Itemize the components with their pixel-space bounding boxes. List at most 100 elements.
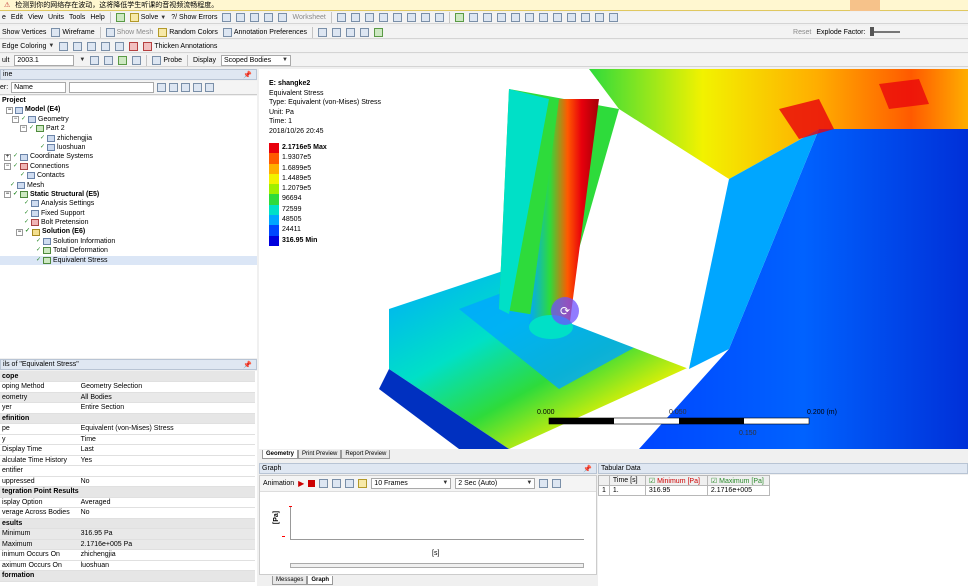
tab-messages[interactable]: Messages bbox=[272, 576, 308, 585]
notice-close-area[interactable] bbox=[850, 0, 880, 11]
expand-all-icon[interactable] bbox=[193, 83, 203, 92]
tree-item[interactable]: Project bbox=[0, 96, 257, 105]
details-row[interactable]: uppressed No bbox=[0, 476, 255, 487]
tree-item[interactable]: ✓ Contacts bbox=[0, 171, 257, 180]
filter-combo[interactable]: Name bbox=[11, 82, 67, 93]
details-row[interactable]: inimum Occurs On zhichengjia bbox=[0, 549, 255, 561]
previous-view-icon[interactable] bbox=[538, 13, 548, 22]
zoom-fit-icon[interactable] bbox=[510, 13, 520, 22]
cube-icon[interactable] bbox=[374, 27, 384, 37]
details-row[interactable]: oping Method Geometry Selection bbox=[0, 381, 255, 393]
zoom-box-icon[interactable] bbox=[496, 13, 506, 22]
toolbar-icon[interactable] bbox=[222, 13, 232, 22]
details-section-header[interactable]: formation bbox=[0, 570, 255, 582]
menu-edit[interactable]: Edit bbox=[11, 14, 23, 21]
details-row[interactable]: pe Equivalent (von-Mises) Stress bbox=[0, 423, 255, 435]
menu-help[interactable]: Help bbox=[90, 14, 104, 21]
edge-style-icon[interactable] bbox=[87, 41, 97, 51]
duration-combo[interactable]: 2 Sec (Auto) ▼ bbox=[455, 478, 536, 489]
toolbar-icon[interactable] bbox=[434, 13, 444, 22]
rotate-icon[interactable] bbox=[454, 13, 464, 22]
tree-item[interactable]: − ✓ Static Structural (E5) bbox=[0, 190, 257, 199]
tab-report-preview[interactable]: Report Preview bbox=[341, 450, 391, 459]
tab-print-preview[interactable]: Print Preview bbox=[298, 450, 342, 459]
toolbar-icon[interactable] bbox=[250, 13, 260, 22]
worksheet-button[interactable]: Worksheet bbox=[292, 14, 325, 21]
select-cursor-icon[interactable] bbox=[336, 13, 346, 22]
pin-icon[interactable]: 📌 bbox=[243, 361, 252, 369]
tree-item[interactable]: ✓ Analysis Settings bbox=[0, 199, 257, 208]
slider-handle[interactable] bbox=[870, 27, 875, 36]
pin-icon[interactable]: 📌 bbox=[243, 71, 252, 79]
details-row[interactable]: y Time bbox=[0, 434, 255, 445]
contour-icon[interactable] bbox=[104, 55, 114, 65]
tree-item[interactable]: − ✓ Part 2 bbox=[0, 124, 257, 133]
reset-button[interactable]: Reset bbox=[793, 29, 811, 36]
tree-item[interactable]: − Model (E4) bbox=[0, 105, 257, 114]
edges-icon[interactable] bbox=[118, 55, 128, 65]
details-row[interactable]: Minimum 316.95 Pa bbox=[0, 528, 255, 540]
toolbar-icon[interactable] bbox=[332, 479, 342, 488]
graphics-viewport[interactable]: ⟳ E: shangke2 Equivalent Stress Type: Eq… bbox=[259, 69, 968, 449]
menu-units[interactable]: Units bbox=[48, 14, 64, 21]
edge-style-icon[interactable] bbox=[73, 41, 83, 51]
tree-item[interactable]: ✓ luoshuan bbox=[0, 143, 257, 152]
pan-icon[interactable] bbox=[468, 13, 478, 22]
lightbulb-icon[interactable] bbox=[358, 479, 368, 488]
collapse-all-icon[interactable] bbox=[205, 83, 215, 92]
wireframe-button[interactable]: Wireframe bbox=[51, 27, 95, 37]
tree-item[interactable]: − ✓ Solution (E6) bbox=[0, 227, 257, 236]
toolbar-icon[interactable] bbox=[318, 27, 328, 37]
toolbar-icon[interactable] bbox=[236, 13, 246, 22]
display-combo[interactable]: Scoped Bodies ▼ bbox=[221, 54, 291, 66]
toolbar-icon[interactable] bbox=[319, 479, 329, 488]
play-icon[interactable]: ▶ bbox=[298, 479, 304, 488]
tab-geometry[interactable]: Geometry bbox=[262, 450, 299, 459]
toolbar-icon[interactable] bbox=[332, 27, 342, 37]
next-view-icon[interactable] bbox=[552, 13, 562, 22]
annotation-preferences-button[interactable]: Annotation Preferences bbox=[222, 27, 307, 37]
toolbar-icon[interactable] bbox=[132, 55, 142, 65]
details-row[interactable]: eometry All Bodies bbox=[0, 392, 255, 403]
graph-scrollbar[interactable] bbox=[290, 563, 584, 568]
column-header[interactable]: ☑ Minimum [Pa] bbox=[644, 475, 708, 486]
solve-button[interactable]: Solve ▼ bbox=[129, 13, 166, 22]
menu-file[interactable]: e bbox=[2, 14, 6, 21]
stop-icon[interactable] bbox=[308, 480, 316, 487]
toolbar-icon[interactable] bbox=[360, 27, 370, 37]
table-row[interactable]: 1 1. 316.95 2.1716e+005 bbox=[598, 485, 770, 496]
filter-search-icon[interactable] bbox=[157, 83, 167, 92]
frames-combo[interactable]: 10 Frames ▼ bbox=[371, 478, 452, 489]
tree-item[interactable]: ✓ Solution Information bbox=[0, 237, 257, 246]
tree-item[interactable]: + ✓ Coordinate Systems bbox=[0, 152, 257, 161]
toolbar-icon[interactable] bbox=[346, 27, 356, 37]
edge-style-icon[interactable] bbox=[59, 41, 69, 51]
random-colors-button[interactable]: Random Colors bbox=[158, 27, 218, 37]
toolbar-icon[interactable] bbox=[378, 13, 388, 22]
magnifier-icon[interactable] bbox=[524, 13, 534, 22]
toolbar-icon[interactable] bbox=[181, 83, 191, 92]
edge-style-icon[interactable] bbox=[101, 41, 111, 51]
tree-item[interactable]: ✓ Total Deformation bbox=[0, 246, 257, 255]
graph-plot-area[interactable] bbox=[290, 506, 584, 540]
details-section-header[interactable]: tegration Point Results bbox=[0, 486, 255, 498]
check-icon[interactable] bbox=[115, 13, 125, 22]
details-section-header[interactable]: esults bbox=[0, 518, 255, 529]
tree-item[interactable]: − ✓ Geometry bbox=[0, 115, 257, 124]
thicken-annotations-button[interactable]: Thicken Annotations bbox=[143, 41, 217, 51]
toolbar-icon[interactable] bbox=[406, 13, 416, 22]
tree-item-selected[interactable]: ✓ Equivalent Stress bbox=[0, 255, 257, 266]
toolbar-icon[interactable] bbox=[580, 13, 590, 22]
filter-search-input[interactable] bbox=[69, 82, 155, 93]
explode-factor-slider[interactable] bbox=[870, 27, 901, 36]
tree-item[interactable]: − ✓ Connections bbox=[0, 162, 257, 171]
details-row[interactable]: verage Across Bodies No bbox=[0, 507, 255, 519]
column-header[interactable]: Time [s] bbox=[608, 475, 646, 486]
geometry-display-icon[interactable] bbox=[90, 55, 100, 65]
menu-view[interactable]: View bbox=[28, 14, 43, 21]
toolbar-icon[interactable] bbox=[364, 13, 374, 22]
column-header[interactable]: ☑ Maximum [Pa] bbox=[706, 475, 770, 486]
tree-item[interactable]: ✓ Bolt Pretension bbox=[0, 218, 257, 227]
details-row[interactable]: Display Time Last bbox=[0, 444, 255, 456]
menu-tools[interactable]: Tools bbox=[69, 14, 85, 21]
